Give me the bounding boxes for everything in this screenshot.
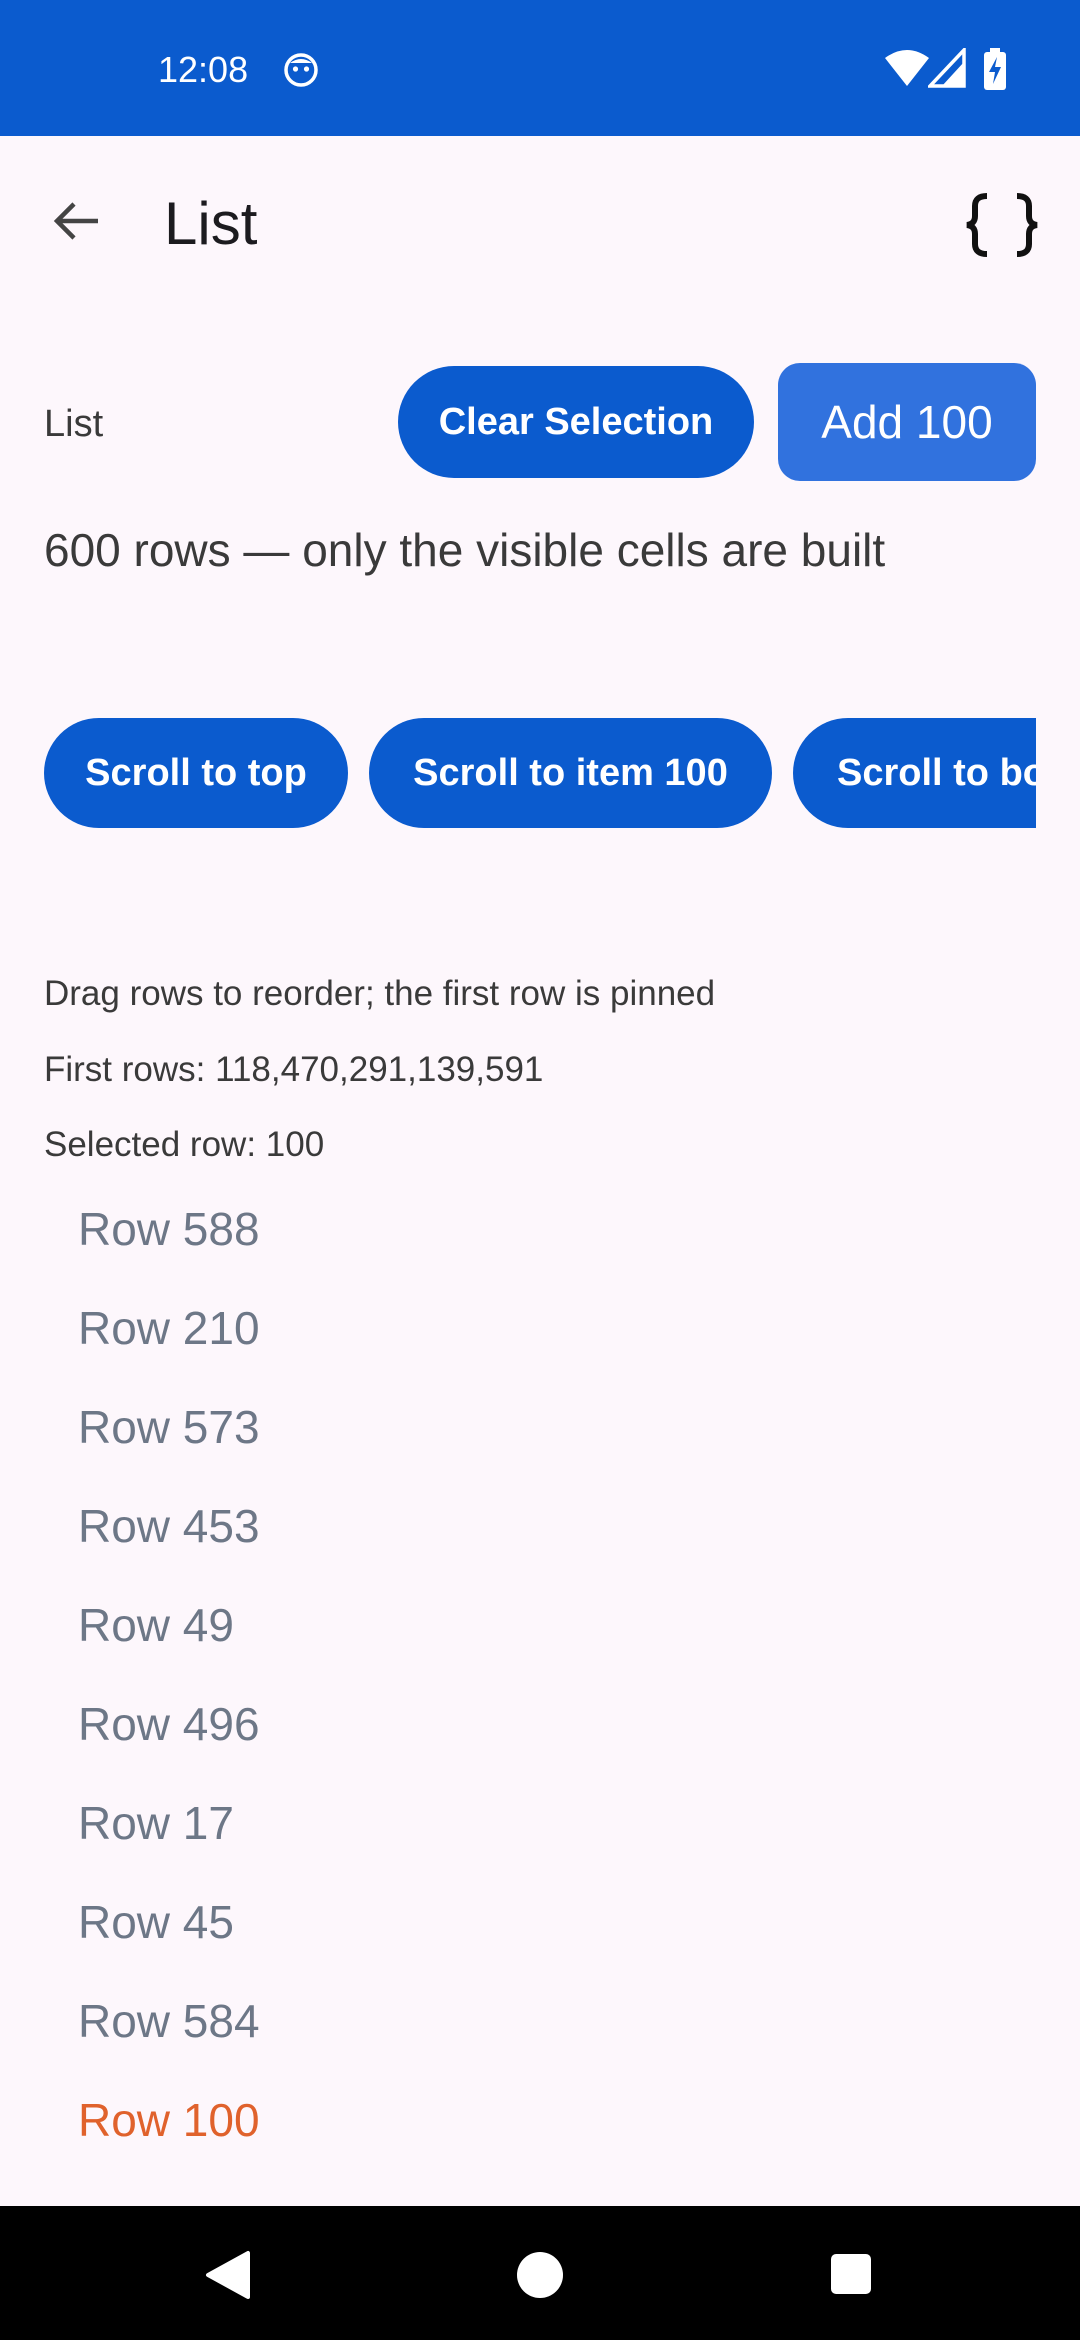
list-row[interactable]: Row 584 [0,1972,1080,2071]
scroll-buttons-row[interactable]: Scroll to top Scroll to item 100 Scroll … [44,718,1036,828]
list-row[interactable]: Row 496 [0,1675,1080,1774]
nav-back-icon[interactable] [204,2250,250,2300]
list-row[interactable]: Row 45 [0,1873,1080,1972]
drag-hint: Drag rows to reorder; the first row is p… [44,974,716,1013]
list-label: List [44,403,104,445]
nav-home-icon[interactable] [516,2251,564,2299]
app-bar: List [0,136,1080,316]
wifi-icon [885,50,929,86]
status-bar: 12:08 [0,0,1080,136]
smiley-icon [284,53,318,87]
navigation-bar [0,2206,1080,2340]
row-list: Row 588 Row 210 Row 573 Row 453 Row 49 R… [0,1180,1080,2170]
list-row-selected[interactable]: Row 100 [0,2071,1080,2170]
nav-recents-icon[interactable] [830,2253,872,2295]
list-row[interactable]: Row 17 [0,1774,1080,1873]
page-title: List [164,190,258,257]
selected-row-text: Selected row: 100 [44,1125,325,1164]
list-row[interactable]: Row 49 [0,1576,1080,1675]
add-100-button[interactable]: Add 100 [778,363,1036,481]
list-row[interactable]: Row 588 [0,1180,1080,1279]
code-view-button[interactable] [952,180,1052,270]
scroll-to-bottom-button[interactable]: Scroll to bottom [793,718,1036,828]
clear-selection-button[interactable]: Clear Selection [398,366,754,478]
scroll-to-top-button[interactable]: Scroll to top [44,718,348,828]
back-button[interactable] [38,182,116,260]
battery-charging-icon [984,48,1006,90]
first-rows-text: First rows: 118,470,291,139,591 [44,1050,544,1089]
status-time: 12:08 [158,49,249,90]
scroll-to-item-100-button[interactable]: Scroll to item 100 [369,718,772,828]
list-row[interactable]: Row 210 [0,1279,1080,1378]
signal-icon [928,48,966,88]
list-subtitle: 600 rows — only the visible cells are bu… [44,524,886,576]
list-row[interactable]: Row 453 [0,1477,1080,1576]
arrow-back-icon [53,202,98,240]
code-braces-icon [966,193,1038,257]
list-row[interactable]: Row 573 [0,1378,1080,1477]
